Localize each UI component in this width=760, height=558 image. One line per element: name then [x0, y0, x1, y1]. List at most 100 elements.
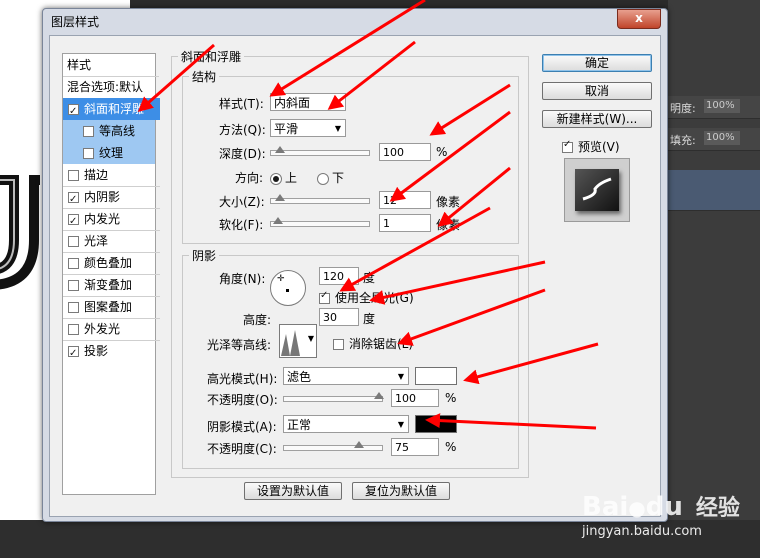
pattern-overlay-checkbox[interactable] [68, 302, 79, 313]
depth-slider[interactable] [270, 146, 370, 156]
anti-alias-checkbox[interactable] [333, 339, 344, 350]
highlight-opacity-thumb[interactable] [374, 392, 384, 401]
preview-swatch [575, 169, 619, 211]
direction-down-label: 下 [332, 171, 345, 185]
direction-up-option[interactable]: 上 [270, 169, 297, 186]
style-item-label: 描边 [84, 168, 109, 182]
bevel-checkbox[interactable] [68, 101, 79, 120]
size-label: 大小(Z): [219, 195, 265, 209]
shadow-opacity-slider[interactable] [283, 441, 383, 451]
structure-title: 结构 [189, 68, 220, 85]
close-button[interactable]: x [617, 9, 661, 29]
global-light-checkbox[interactable] [319, 290, 330, 304]
style-item-color-overlay[interactable]: 颜色叠加 [63, 252, 160, 275]
style-item-gradient-overlay[interactable]: 渐变叠加 [63, 274, 160, 297]
global-light-option[interactable]: 使用全局光(G) [319, 289, 414, 306]
blend-options-item[interactable]: 混合选项:默认 [63, 76, 159, 99]
depth-input[interactable]: 100 [379, 143, 431, 161]
outer-glow-checkbox[interactable] [68, 324, 79, 335]
altitude-unit: 度 [363, 312, 376, 326]
style-item-stroke[interactable]: 描边 [63, 164, 160, 187]
size-slider[interactable] [270, 194, 370, 204]
style-item-contour[interactable]: 等高线 [63, 120, 155, 142]
dialog-titlebar[interactable]: 图层样式 x [43, 9, 667, 31]
watermark-brand: Bai [582, 492, 629, 522]
reset-default-button[interactable]: 复位为默认值 [352, 482, 450, 500]
preview-option[interactable]: 预览(V) [562, 138, 620, 155]
stroke-checkbox[interactable] [68, 170, 79, 181]
opacity-field[interactable]: 100% [704, 99, 740, 113]
highlight-opacity-slider[interactable] [283, 392, 384, 402]
shadow-opacity-input[interactable]: 75 [391, 438, 439, 456]
angle-dial[interactable]: ✛ [270, 270, 306, 306]
opacity-label: 明度: [670, 102, 696, 115]
dialog-body: 样式 混合选项:默认 斜面和浮雕 等高线 纹理 描边 内阴影 内发光 光泽 [49, 35, 661, 517]
bevel-group-title: 斜面和浮雕 [178, 48, 245, 65]
highlight-opacity-input[interactable]: 100 [391, 389, 439, 407]
shadow-color-swatch[interactable] [415, 415, 457, 433]
styles-header[interactable]: 样式 [63, 54, 159, 77]
opacity-row: 明度: 100% [668, 96, 760, 119]
depth-slider-thumb[interactable] [275, 146, 285, 155]
direction-up-label: 上 [285, 171, 298, 185]
fill-field[interactable]: 100% [704, 131, 740, 145]
drop-shadow-checkbox[interactable] [68, 343, 79, 362]
structure-group: 结构 样式(T): 内斜面 ▼ 方法(Q): 平滑 ▼ 深度(D): 100 % 方… [182, 68, 519, 244]
preview-checkbox[interactable] [562, 139, 573, 153]
close-icon: x [635, 11, 643, 25]
shading-title: 阴影 [189, 247, 220, 264]
satin-checkbox[interactable] [68, 236, 79, 247]
angle-unit: 度 [363, 271, 376, 285]
altitude-label: 高度: [243, 313, 272, 327]
ok-button[interactable]: 确定 [542, 54, 652, 72]
soften-slider[interactable] [270, 217, 370, 227]
shadow-opacity-thumb[interactable] [354, 441, 364, 450]
size-slider-thumb[interactable] [275, 194, 285, 203]
cancel-button[interactable]: 取消 [542, 82, 652, 100]
style-select[interactable]: 内斜面 ▼ [270, 93, 346, 111]
style-item-bevel[interactable]: 斜面和浮雕 [63, 98, 160, 120]
dialog-title: 图层样式 [51, 15, 100, 29]
anti-alias-label: 消除锯齿(L) [349, 337, 414, 351]
new-style-button[interactable]: 新建样式(W)... [542, 110, 652, 128]
soften-unit: 像素 [436, 218, 461, 232]
make-default-button[interactable]: 设置为默认值 [244, 482, 342, 500]
inner-shadow-checkbox[interactable] [68, 189, 79, 208]
bevel-emboss-group: 斜面和浮雕 结构 样式(T): 内斜面 ▼ 方法(Q): 平滑 ▼ 深度(D): 1… [171, 48, 529, 478]
style-item-satin[interactable]: 光泽 [63, 230, 160, 253]
style-item-inner-glow[interactable]: 内发光 [63, 208, 160, 231]
style-item-drop-shadow[interactable]: 投影 [63, 340, 160, 362]
angle-label: 角度(N): [219, 272, 266, 286]
gloss-contour-picker[interactable]: ▼ [279, 324, 317, 358]
size-input[interactable]: 12 [379, 191, 431, 209]
texture-checkbox[interactable] [83, 148, 94, 159]
anti-alias-option[interactable]: 消除锯齿(L) [333, 335, 413, 352]
soften-input[interactable]: 1 [379, 214, 431, 232]
style-item-outer-glow[interactable]: 外发光 [63, 318, 160, 341]
highlight-mode-select[interactable]: 滤色 ▼ [283, 367, 409, 385]
style-item-label: 等高线 [99, 124, 136, 138]
angle-input[interactable]: 120 [319, 267, 359, 285]
layer-row[interactable] [668, 170, 760, 211]
soften-slider-thumb[interactable] [273, 217, 283, 226]
direction-up-radio[interactable] [270, 172, 282, 185]
style-item-pattern-overlay[interactable]: 图案叠加 [63, 296, 160, 319]
preview-label: 预览(V) [578, 140, 620, 154]
gloss-contour-icon [281, 326, 307, 356]
gloss-contour-label: 光泽等高线: [207, 338, 272, 352]
method-select[interactable]: 平滑 ▼ [270, 119, 346, 137]
highlight-color-swatch[interactable] [415, 367, 457, 385]
contour-checkbox[interactable] [83, 126, 94, 137]
direction-down-radio[interactable] [317, 172, 329, 185]
style-item-label: 颜色叠加 [84, 256, 133, 270]
altitude-input[interactable]: 30 [319, 308, 359, 326]
style-item-inner-shadow[interactable]: 内阴影 [63, 186, 160, 209]
preview-glint-icon [582, 177, 612, 201]
shadow-mode-select[interactable]: 正常 ▼ [283, 415, 409, 433]
depth-label: 深度(D): [219, 147, 266, 161]
gradient-overlay-checkbox[interactable] [68, 280, 79, 291]
inner-glow-checkbox[interactable] [68, 211, 79, 230]
color-overlay-checkbox[interactable] [68, 258, 79, 269]
direction-down-option[interactable]: 下 [317, 169, 344, 186]
style-item-texture[interactable]: 纹理 [63, 142, 155, 164]
